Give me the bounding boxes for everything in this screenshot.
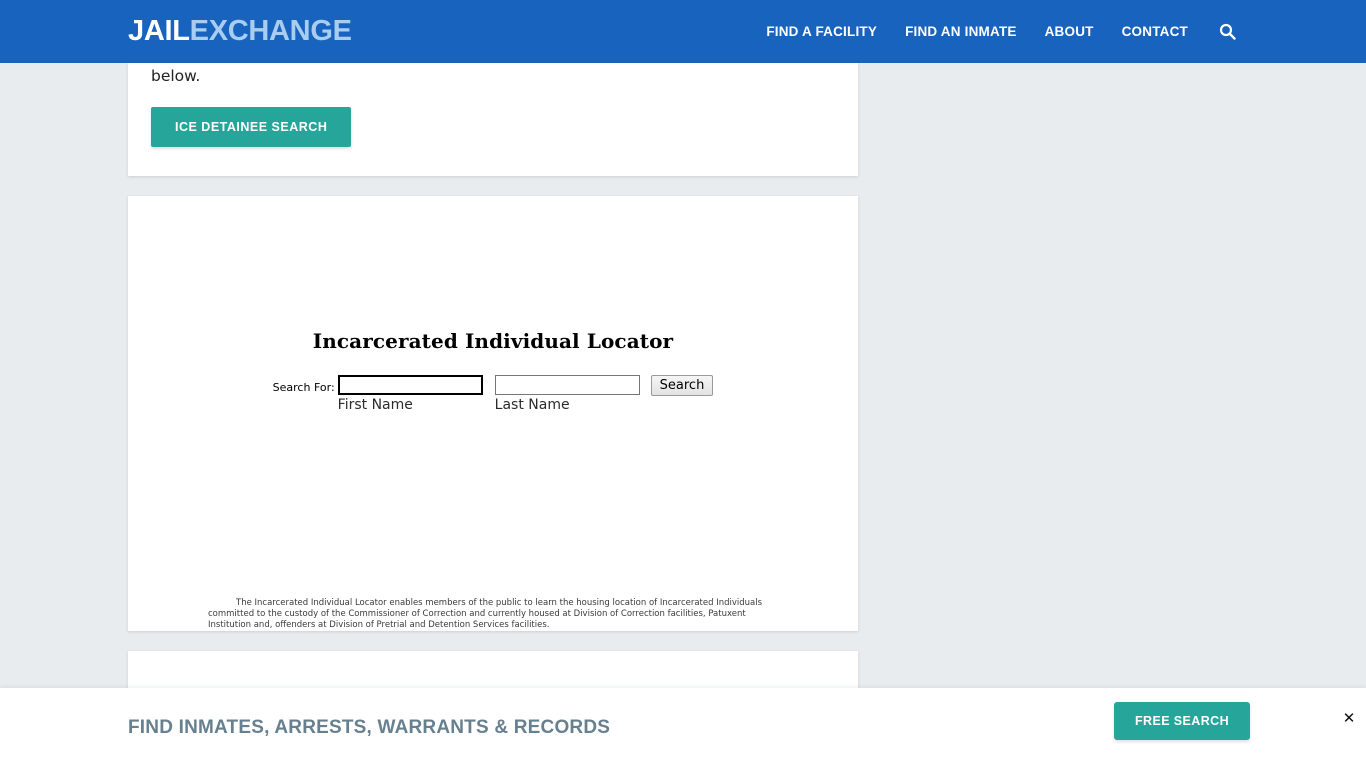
locator-description: The Incarcerated Individual Locator enab… (208, 597, 763, 631)
logo-text-jail: JAIL (128, 15, 190, 47)
first-name-caption: First Name (337, 397, 413, 413)
search-toggle-button[interactable] (1216, 21, 1238, 43)
last-name-input[interactable] (494, 375, 640, 395)
ice-detainee-card: below. ICE DETAINEE SEARCH (128, 63, 858, 176)
card-spacer-1 (128, 176, 858, 196)
bottom-bar-title: FIND INMATES, ARRESTS, WARRANTS & RECORD… (128, 717, 611, 738)
search-for-label: Search For: (272, 381, 335, 394)
card-spacer-2 (128, 631, 858, 651)
site-header: JAILEXCHANGE FIND A FACILITY FIND AN INM… (0, 0, 1366, 63)
first-name-field-group: First Name (337, 375, 483, 414)
site-logo[interactable]: JAILEXCHANGE (128, 17, 352, 46)
locator-title: Incarcerated Individual Locator (312, 329, 674, 353)
ice-detainee-search-button[interactable]: ICE DETAINEE SEARCH (151, 107, 352, 148)
nav-item-about[interactable]: ABOUT (1031, 24, 1108, 39)
nav-item-find-a-facility[interactable]: FIND A FACILITY (752, 24, 891, 39)
search-icon (1219, 23, 1236, 40)
incarcerated-individual-locator-card: Incarcerated Individual Locator Search F… (128, 196, 858, 631)
locator-embed: Incarcerated Individual Locator Search F… (128, 329, 858, 630)
logo-text-exchange: EXCHANGE (189, 15, 352, 47)
free-search-button[interactable]: FREE SEARCH (1114, 702, 1250, 740)
locator-search-form: Search For: First Name Last Name Search (128, 375, 858, 414)
nav-item-contact[interactable]: CONTACT (1108, 24, 1202, 39)
first-name-input[interactable] (337, 375, 483, 395)
main-navigation: FIND A FACILITY FIND AN INMATE ABOUT CON… (752, 0, 1238, 63)
nav-item-find-an-inmate[interactable]: FIND AN INMATE (891, 24, 1031, 39)
ice-card-paragraph: below. (151, 67, 201, 85)
close-icon[interactable]: ✕ (1341, 710, 1357, 726)
last-name-field-group: Last Name (494, 375, 640, 414)
locator-search-button[interactable]: Search (650, 375, 714, 396)
content-column: below. ICE DETAINEE SEARCH Incarcerated … (128, 63, 858, 711)
last-name-caption: Last Name (494, 397, 570, 413)
